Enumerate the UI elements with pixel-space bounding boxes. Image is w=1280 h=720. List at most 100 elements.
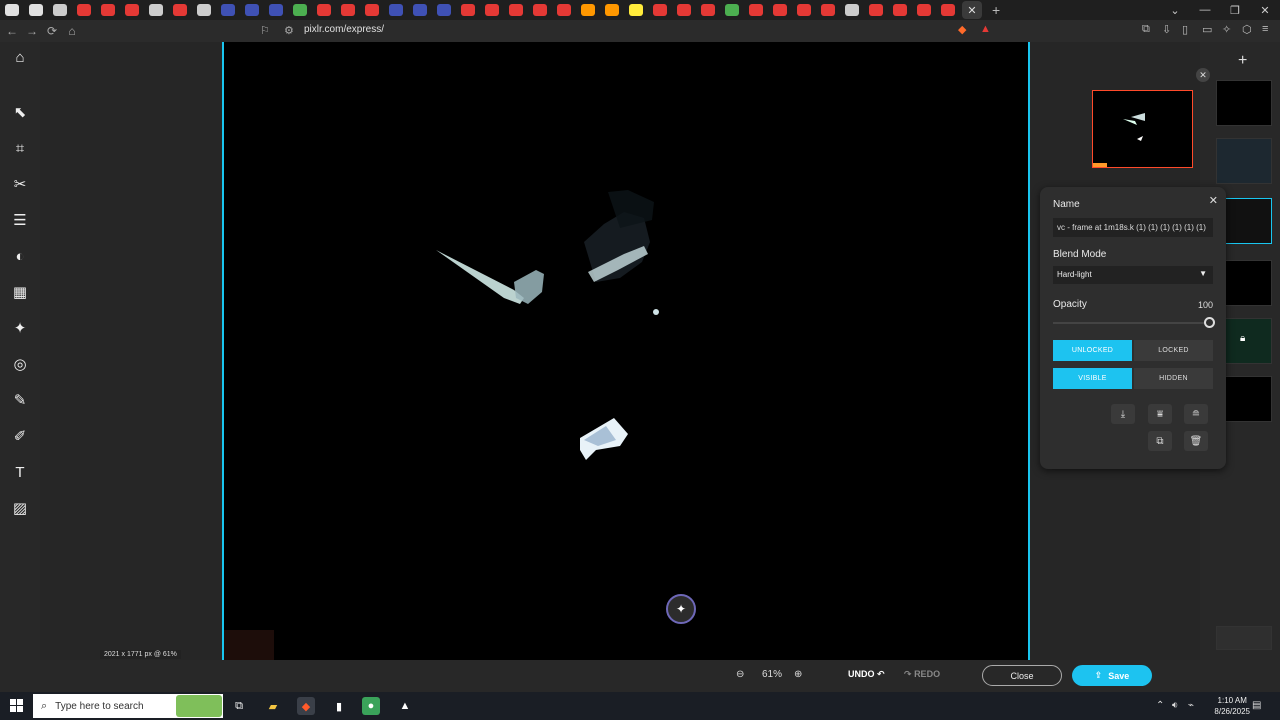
browser-tab[interactable] xyxy=(365,4,379,16)
merge-visible-icon[interactable]: ⩸ xyxy=(1148,404,1172,424)
audio-app-icon[interactable]: ▮ xyxy=(330,697,348,715)
tab-active-pixlr[interactable]: ✕ xyxy=(962,1,982,19)
adjust-icon[interactable]: ☰ xyxy=(10,210,30,230)
browser-tab[interactable] xyxy=(413,4,427,16)
effect-icon[interactable]: ▦ xyxy=(10,282,30,302)
delete-icon[interactable]: 🗑︎ xyxy=(1184,431,1208,451)
zoom-value[interactable]: 61% xyxy=(762,669,782,680)
duplicate-icon[interactable]: ⧉ xyxy=(1148,431,1172,451)
browser-tab[interactable] xyxy=(29,4,43,16)
browser-tab[interactable] xyxy=(269,4,283,16)
browser-tab[interactable] xyxy=(533,4,547,16)
clock[interactable]: 1:10 AM 8/26/2025 xyxy=(1214,695,1250,717)
home-page-icon[interactable]: ⌂ xyxy=(62,24,82,38)
tab-search-icon[interactable]: ⌄ xyxy=(1160,4,1190,17)
retouch-icon[interactable]: ✦ xyxy=(10,318,30,338)
browser-tab[interactable] xyxy=(245,4,259,16)
hidden-toggle[interactable]: HIDDEN xyxy=(1134,368,1213,389)
search-highlight-icon[interactable] xyxy=(176,695,222,717)
brave-rewards-icon[interactable]: ▲ xyxy=(980,23,991,35)
browser-tab[interactable] xyxy=(341,4,355,16)
layer-name-input[interactable] xyxy=(1053,218,1213,237)
zoom-out-icon[interactable]: ⊖ xyxy=(736,669,744,680)
browser-tab[interactable] xyxy=(317,4,331,16)
locked-toggle[interactable]: LOCKED xyxy=(1134,340,1213,361)
zoom-in-icon[interactable]: ⊕ xyxy=(794,669,802,680)
browser-tab[interactable] xyxy=(101,4,115,16)
browser-tab[interactable] xyxy=(797,4,811,16)
browser-tab[interactable] xyxy=(869,4,883,16)
close-icon[interactable]: ✕ xyxy=(967,4,976,17)
opacity-slider[interactable] xyxy=(1053,317,1215,328)
url-text[interactable]: pixlr.com/express/ xyxy=(304,24,384,35)
browser-tab[interactable] xyxy=(221,4,235,16)
undo-button[interactable]: UNDO ↶ xyxy=(848,669,885,680)
browser-tab[interactable] xyxy=(173,4,187,16)
brave-shield-icon[interactable]: ◆ xyxy=(958,23,966,36)
browser-tab[interactable] xyxy=(77,4,91,16)
add-layer-icon[interactable]: + xyxy=(1238,52,1247,70)
browser-tab[interactable] xyxy=(557,4,571,16)
arrange-icon[interactable]: ⬉ xyxy=(10,102,30,122)
tray-chevron-icon[interactable]: ⌃ xyxy=(1156,700,1164,711)
new-tab-icon[interactable]: + xyxy=(992,2,1000,18)
reload-icon[interactable]: ⟳ xyxy=(42,24,62,38)
close-navigator-icon[interactable]: ✕ xyxy=(1196,68,1210,82)
browser-tab[interactable] xyxy=(293,4,307,16)
browser-tab[interactable] xyxy=(917,4,931,16)
back-icon[interactable]: ← xyxy=(2,24,22,38)
browser-tab[interactable] xyxy=(581,4,595,16)
unlocked-toggle[interactable]: UNLOCKED xyxy=(1053,340,1132,361)
windows-start-icon[interactable] xyxy=(10,699,24,713)
merge-down-icon[interactable]: ⤓ xyxy=(1111,404,1135,424)
browser-tab[interactable] xyxy=(701,4,715,16)
browser-tab[interactable] xyxy=(149,4,163,16)
pattern-icon[interactable]: ▨ xyxy=(10,498,30,518)
browser-tab[interactable] xyxy=(53,4,67,16)
brave-browser-icon[interactable]: ◆ xyxy=(297,697,315,715)
sidebar-icon[interactable]: ▯ xyxy=(1182,23,1188,36)
volume-icon[interactable]: 🔉︎ xyxy=(1172,700,1178,711)
crop-icon[interactable]: ⌗ xyxy=(10,138,30,158)
blend-mode-select[interactable]: Hard-light ▼ xyxy=(1053,266,1213,284)
notifications-icon[interactable]: ▤ xyxy=(1252,700,1261,711)
filter-icon[interactable]: ◐ xyxy=(10,246,30,266)
heal-icon[interactable]: ✎ xyxy=(10,390,30,410)
draw-icon[interactable]: ✐ xyxy=(10,426,30,446)
triangle-app-icon[interactable]: ▲ xyxy=(396,697,414,715)
network-icon[interactable]: ⌁ xyxy=(1188,700,1194,711)
leo-icon[interactable]: ✧ xyxy=(1222,23,1231,36)
layer-thumb[interactable] xyxy=(1216,138,1272,184)
browser-tab[interactable] xyxy=(773,4,787,16)
browser-tab[interactable] xyxy=(437,4,451,16)
browser-tab[interactable] xyxy=(629,4,643,16)
browser-tab[interactable] xyxy=(605,4,619,16)
green-app-icon[interactable]: ● xyxy=(362,697,380,715)
browser-tab[interactable] xyxy=(485,4,499,16)
browser-tab[interactable] xyxy=(389,4,403,16)
ai-assist-button[interactable]: ✦ xyxy=(666,594,696,624)
cutout-icon[interactable]: ✂ xyxy=(10,174,30,194)
browser-tab[interactable] xyxy=(197,4,211,16)
browser-tab[interactable] xyxy=(941,4,955,16)
browser-tab[interactable] xyxy=(893,4,907,16)
browser-tab[interactable] xyxy=(125,4,139,16)
extensions-icon[interactable]: ⧉ xyxy=(1142,23,1150,36)
browser-tab[interactable] xyxy=(5,4,19,16)
site-info-icon[interactable]: ⚙ xyxy=(284,24,294,37)
navigator-preview[interactable] xyxy=(1092,90,1193,168)
close-button[interactable]: Close xyxy=(982,665,1062,686)
file-explorer-icon[interactable]: ▰ xyxy=(264,697,282,715)
menu-icon[interactable]: ≡ xyxy=(1262,23,1268,35)
layer-thumb-empty[interactable] xyxy=(1216,626,1272,650)
bookmark-icon[interactable]: ⚐ xyxy=(260,24,270,37)
vpn-icon[interactable]: ⬡ xyxy=(1242,23,1252,36)
slider-knob[interactable] xyxy=(1204,317,1215,328)
browser-tab[interactable] xyxy=(461,4,475,16)
browser-tab[interactable] xyxy=(653,4,667,16)
browser-tab[interactable] xyxy=(821,4,835,16)
flatten-icon[interactable]: ≘ xyxy=(1184,404,1208,424)
save-button[interactable]: ⇪ Save xyxy=(1072,665,1152,686)
wallet-icon[interactable]: ▭ xyxy=(1202,23,1212,36)
task-view-icon[interactable]: ⧉ xyxy=(230,697,248,715)
